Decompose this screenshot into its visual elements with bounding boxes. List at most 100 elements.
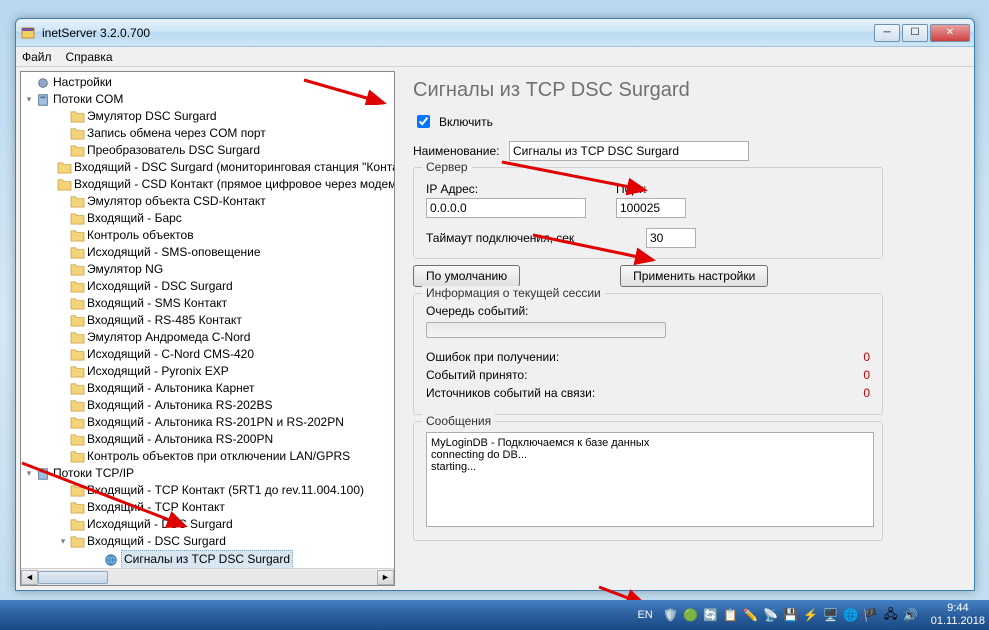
horizontal-scrollbar[interactable]: ◄ ► xyxy=(21,568,394,585)
tree-item[interactable]: ▾ Потоки COM xyxy=(23,91,392,108)
folder-icon xyxy=(69,382,85,396)
apply-button[interactable]: Применить настройки xyxy=(620,265,768,287)
tray-icon[interactable]: 🌐 xyxy=(843,607,859,623)
tree-item[interactable]: Исходящий - DSC Surgard xyxy=(23,278,392,295)
tray-icon[interactable]: 📡 xyxy=(763,607,779,623)
tree-item[interactable]: Исходящий - DSC Surgard xyxy=(23,516,392,533)
tree-item-label: Исходящий - Pyronix EXP xyxy=(87,363,229,380)
tray-icon[interactable]: 🟢 xyxy=(683,607,699,623)
events-label: Событий принято: xyxy=(426,368,527,382)
enable-label: Включить xyxy=(439,115,493,129)
tree-item[interactable]: Эмулятор NG xyxy=(23,261,392,278)
tree-item-label: Запись обмена через COM порт xyxy=(87,125,266,142)
tree-item-label: Входящий - DSC Surgard (мониторинговая с… xyxy=(74,159,395,176)
folder-icon xyxy=(69,484,85,498)
tree-item-label: Исходящий - C-Nord CMS-420 xyxy=(87,346,254,363)
tray-icon[interactable]: 🔄 xyxy=(703,607,719,623)
timeout-label: Таймаут подключения, сек xyxy=(426,231,616,245)
tree-item-label: Эмулятор объекта CSD-Контакт xyxy=(87,193,266,210)
page-title: Сигналы из TCP DSC Surgard xyxy=(413,79,960,102)
timeout-input[interactable] xyxy=(646,228,696,248)
minimize-button[interactable]: ─ xyxy=(874,24,900,42)
tree-item[interactable]: Исходящий - Pyronix EXP xyxy=(23,363,392,380)
tree-item[interactable]: Преобразователь DSC Surgard xyxy=(23,142,392,159)
enable-checkbox[interactable] xyxy=(417,115,430,128)
app-window: inetServer 3.2.0.700 ─ ☐ ✕ Файл Справка … xyxy=(15,18,975,591)
tree-item[interactable]: Входящий - DSC Surgard (мониторинговая с… xyxy=(23,159,392,176)
system-tray: 🛡️ 🟢 🔄 📋 ✏️ 📡 💾 ⚡ 🖥️ 🌐 🏴 🖧 🔊 xyxy=(663,607,919,623)
name-input[interactable] xyxy=(509,141,749,161)
menu-file[interactable]: Файл xyxy=(22,50,52,64)
folder-icon xyxy=(69,331,85,345)
tree-item-label: Входящий - CSD Контакт (прямое цифровое … xyxy=(74,176,395,193)
expander-icon[interactable]: ▾ xyxy=(57,533,69,550)
scroll-left-button[interactable]: ◄ xyxy=(21,570,38,585)
menu-help[interactable]: Справка xyxy=(66,50,113,64)
tree-panel[interactable]: Настройки▾Потоки COMЭмулятор DSC Surgard… xyxy=(20,71,395,586)
maximize-button[interactable]: ☐ xyxy=(902,24,928,42)
tree-item[interactable]: Входящий - RS-485 Контакт xyxy=(23,312,392,329)
tree-item[interactable]: Исходящий - C-Nord CMS-420 xyxy=(23,346,392,363)
port-input[interactable] xyxy=(616,198,686,218)
sources-label: Источников событий на связи: xyxy=(426,386,595,400)
tree-item[interactable]: Входящий - Альтоника RS-200PN xyxy=(23,431,392,448)
tree-item-label: Входящий - Барс xyxy=(87,210,182,227)
tree-item[interactable]: Входящий - Альтоника RS-202BS xyxy=(23,397,392,414)
folder-icon xyxy=(69,229,85,243)
tree-item[interactable]: ▾Входящий - DSC Surgard xyxy=(23,533,392,550)
tree-item[interactable]: Входящий - SMS Контакт xyxy=(23,295,392,312)
expander-icon[interactable]: ▾ xyxy=(23,465,35,482)
tray-icon[interactable]: 🏴 xyxy=(863,607,879,623)
scroll-right-button[interactable]: ► xyxy=(377,570,394,585)
language-indicator[interactable]: EN xyxy=(637,609,652,621)
tree-item[interactable]: Входящий - CSD Контакт (прямое цифровое … xyxy=(23,176,392,193)
tray-icon[interactable]: 🖧 xyxy=(883,607,899,623)
default-button[interactable]: По умолчанию xyxy=(413,265,520,287)
name-label: Наименование: xyxy=(413,144,503,158)
tree-item[interactable]: Настройки xyxy=(23,74,392,91)
tree-item-label: Преобразователь DSC Surgard xyxy=(87,142,260,159)
tray-icon[interactable]: 🛡️ xyxy=(663,607,679,623)
titlebar[interactable]: inetServer 3.2.0.700 ─ ☐ ✕ xyxy=(16,19,974,47)
queue-label: Очередь событий: xyxy=(426,304,870,318)
tree-item[interactable]: Входящий - TCP Контакт xyxy=(23,499,392,516)
tree-item[interactable]: Входящий - Альтоника RS-201PN и RS-202PN xyxy=(23,414,392,431)
folder-icon xyxy=(57,178,72,192)
tree-item[interactable]: Исходящий - SMS-оповещение xyxy=(23,244,392,261)
tray-icon[interactable]: 🖥️ xyxy=(823,607,839,623)
tree-item[interactable]: Входящий - TCP Контакт (5RT1 до rev.11.0… xyxy=(23,482,392,499)
tree-item[interactable]: Эмулятор DSC Surgard xyxy=(23,108,392,125)
tree-item[interactable]: Контроль объектов при отключении LAN/GPR… xyxy=(23,448,392,465)
tree-item-label: Входящий - TCP Контакт (5RT1 до rev.11.0… xyxy=(87,482,364,499)
tree-item[interactable]: Эмулятор Андромеда C-Nord xyxy=(23,329,392,346)
tree-item[interactable]: ▾Потоки TCP/IP xyxy=(23,465,392,482)
tray-icon[interactable]: ⚡ xyxy=(803,607,819,623)
tree-item[interactable]: Сигналы из TCP DSC Surgard xyxy=(23,550,392,569)
port-label: Порт: xyxy=(616,182,686,196)
tree-item[interactable]: Входящий - Альтоника Карнет xyxy=(23,380,392,397)
tree-item[interactable]: Запись обмена через COM порт xyxy=(23,125,392,142)
tree-item[interactable]: Контроль объектов xyxy=(23,227,392,244)
tree-item-label: Входящий - SMS Контакт xyxy=(87,295,227,312)
scroll-thumb[interactable] xyxy=(38,571,108,584)
tree-item-label: Входящий - Альтоника RS-201PN и RS-202PN xyxy=(87,414,344,431)
folder-icon xyxy=(69,212,85,226)
folder-icon xyxy=(69,280,85,294)
volume-icon[interactable]: 🔊 xyxy=(903,607,919,623)
tray-icon[interactable]: ✏️ xyxy=(743,607,759,623)
folder-icon xyxy=(69,314,85,328)
folder-icon xyxy=(69,195,85,209)
tree-item-label: Потоки COM xyxy=(53,91,123,108)
taskbar-clock[interactable]: 9:44 01.11.2018 xyxy=(931,602,985,628)
tree-item[interactable]: Входящий - Барс xyxy=(23,210,392,227)
taskbar[interactable]: EN 🛡️ 🟢 🔄 📋 ✏️ 📡 💾 ⚡ 🖥️ 🌐 🏴 🖧 🔊 9:44 01.… xyxy=(0,600,989,630)
close-button[interactable]: ✕ xyxy=(930,24,970,42)
expander-icon[interactable]: ▾ xyxy=(23,91,35,108)
tray-icon[interactable]: 💾 xyxy=(783,607,799,623)
messages-box[interactable] xyxy=(426,432,874,527)
folder-icon xyxy=(69,450,85,464)
ip-input[interactable] xyxy=(426,198,586,218)
tree-item[interactable]: Эмулятор объекта CSD-Контакт xyxy=(23,193,392,210)
tree-item-label: Эмулятор NG xyxy=(87,261,163,278)
tray-icon[interactable]: 📋 xyxy=(723,607,739,623)
